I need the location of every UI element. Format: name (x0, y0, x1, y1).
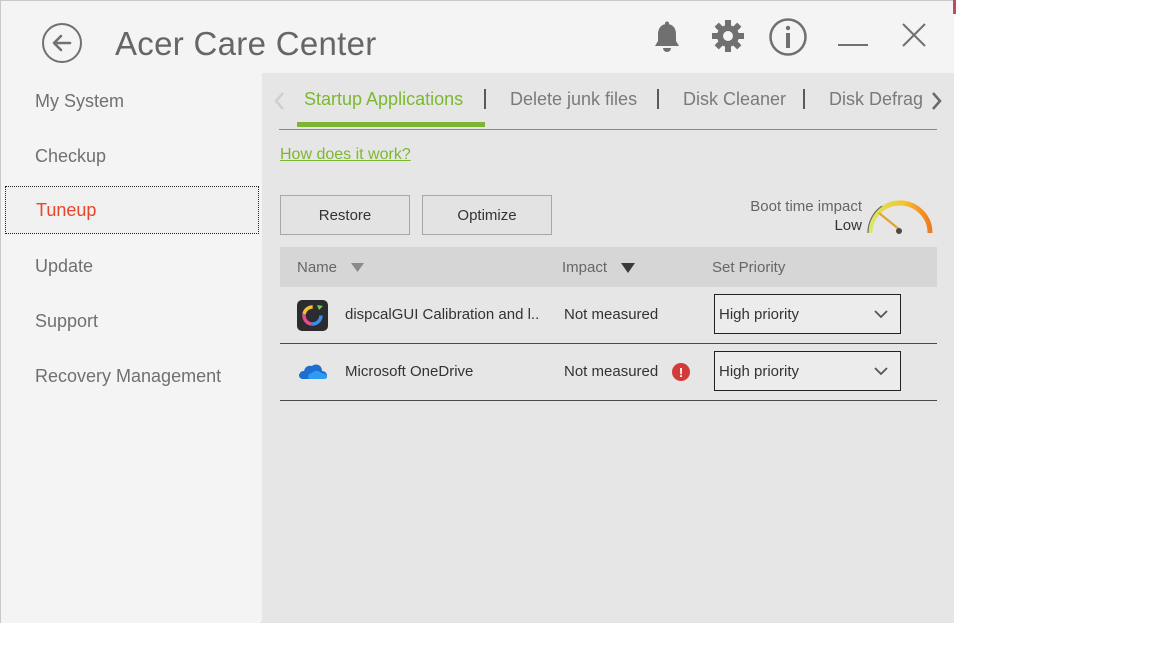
main-content: Startup Applications Delete junk files D… (262, 73, 954, 623)
warning-icon[interactable]: ! (672, 363, 690, 381)
back-button[interactable] (42, 23, 82, 63)
chevron-right-icon (932, 92, 942, 110)
sidebar-item-label: Support (35, 310, 99, 331)
gear-icon (712, 20, 744, 52)
app-name: Microsoft OneDrive (345, 363, 474, 380)
sidebar: My System Checkup Tuneup Update Support … (1, 73, 261, 623)
app-impact: Not measured (564, 306, 659, 323)
sidebar-item-label: Recovery Management (35, 365, 222, 386)
close-button[interactable] (900, 21, 928, 54)
sidebar-item-support[interactable]: Support (5, 297, 259, 345)
tab-separator (803, 89, 805, 109)
chevron-left-icon (274, 92, 284, 110)
sidebar-item-tuneup[interactable]: Tuneup (5, 186, 259, 234)
app-window: Acer Care Center My System Checkup Tuneu… (0, 0, 954, 623)
table-row: Microsoft OneDrive Not measured ! High p… (280, 344, 937, 401)
column-header-priority-label: Set Priority (712, 259, 786, 276)
onedrive-icon (297, 357, 328, 388)
sidebar-item-recovery-management[interactable]: Recovery Management (5, 352, 259, 400)
gauge-icon (867, 200, 933, 234)
chevron-down-icon (874, 310, 888, 319)
tab-disk-cleaner[interactable]: Disk Cleaner (683, 89, 786, 110)
priority-value: High priority (719, 306, 800, 323)
sidebar-item-label: Checkup (35, 145, 107, 166)
column-header-name-label: Name (297, 259, 338, 276)
app-title: Acer Care Center (115, 25, 377, 62)
window-edge-accent (953, 0, 956, 14)
table-row: dispcalGUI Calibration and l.. Not measu… (280, 287, 937, 344)
boot-time-impact-label: Boot time impact (750, 198, 862, 215)
tab-scroll-left[interactable] (273, 91, 285, 116)
optimize-button[interactable]: Optimize (422, 195, 552, 235)
tab-separator (657, 89, 659, 109)
boot-impact-gauge (865, 193, 935, 244)
close-icon (902, 23, 926, 47)
restore-button[interactable]: Restore (280, 195, 410, 235)
column-header-name[interactable]: Name (297, 259, 365, 276)
sort-down-icon (621, 262, 636, 273)
tab-startup-applications[interactable]: Startup Applications (304, 89, 463, 110)
how-does-it-work-link[interactable]: How does it work? (280, 146, 411, 164)
sidebar-item-checkup[interactable]: Checkup (5, 132, 259, 180)
sidebar-item-my-system[interactable]: My System (5, 77, 259, 125)
back-arrow-icon (52, 34, 72, 52)
bell-icon (655, 21, 679, 52)
column-header-priority: Set Priority (712, 259, 785, 276)
table-header: Name Impact Set Priority (280, 247, 937, 287)
chevron-down-icon (874, 367, 888, 376)
title-bar: Acer Care Center (1, 1, 954, 73)
app-impact: Not measured (564, 363, 659, 380)
sidebar-item-update[interactable]: Update (5, 242, 259, 290)
sidebar-item-label: Update (35, 255, 94, 276)
boot-time-impact-value: Low (834, 217, 862, 234)
info-icon (769, 18, 807, 56)
app-name: dispcalGUI Calibration and l.. (345, 306, 540, 323)
sidebar-item-label: Tuneup (36, 199, 97, 220)
tab-separator (484, 89, 486, 109)
priority-dropdown[interactable]: High priority (714, 351, 901, 391)
info-button[interactable] (768, 17, 808, 62)
settings-button[interactable] (711, 19, 745, 58)
minimize-icon (838, 44, 868, 46)
column-header-impact[interactable]: Impact (562, 259, 636, 276)
dispcalgui-icon (297, 300, 328, 331)
tab-delete-junk-files[interactable]: Delete junk files (510, 89, 637, 110)
priority-dropdown[interactable]: High priority (714, 294, 901, 334)
minimize-button[interactable] (837, 27, 869, 54)
sidebar-item-label: My System (35, 90, 125, 111)
sort-down-icon (351, 263, 365, 272)
tab-bar: Startup Applications Delete junk files D… (274, 83, 942, 130)
notifications-button[interactable] (651, 21, 683, 60)
priority-value: High priority (719, 363, 800, 380)
tab-scroll-right[interactable] (931, 91, 943, 116)
active-tab-indicator (297, 122, 485, 127)
tab-disk-defrag[interactable]: Disk Defrag (829, 89, 923, 110)
column-header-impact-label: Impact (562, 259, 608, 276)
